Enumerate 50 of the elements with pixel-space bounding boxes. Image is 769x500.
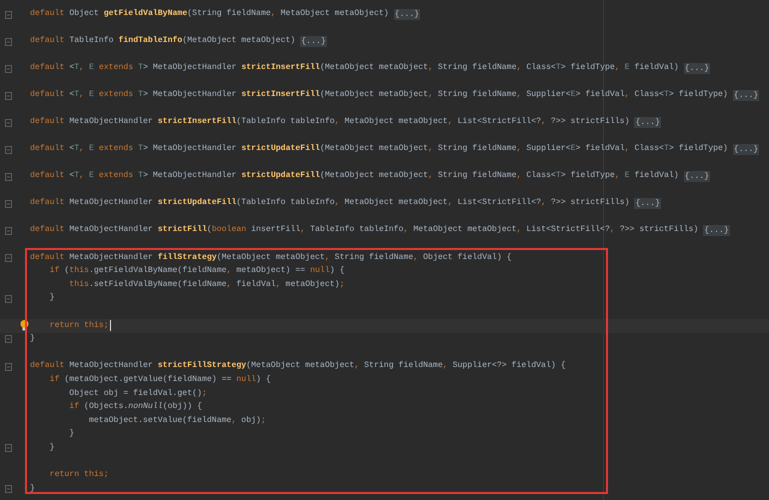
fold-icon[interactable] — [5, 294, 12, 303]
code-line: if (Objects.nonNull(obj)) { — [68, 401, 202, 414]
code-line: Object obj = fieldVal.get(); — [68, 388, 207, 400]
fold-icon[interactable] — [5, 64, 12, 72]
code-line: default MetaObjectHandler strictInsertFill(TableInfo tableInfo, MetaObject metaObject, List<StrictFill<?, ?>> strictFills) — [30, 116, 630, 128]
code-line: metaObject.setValue(fieldName, obj); — [88, 414, 266, 427]
fold-icon[interactable] — [5, 484, 12, 493]
folded-code[interactable]: {...} — [684, 63, 710, 74]
code-line: if (this.getFieldValByName(fieldName, metaObject) == null) { — [48, 265, 344, 278]
code-line: return this; — [48, 469, 109, 482]
folded-code[interactable]: {...} — [394, 9, 420, 20]
code-line: } — [68, 428, 74, 440]
code-line: default MetaObjectHandler strictFillStrategy(MetaObject metaObject, String fieldName, Supplier<?> fieldVal) { — [30, 360, 566, 372]
folded-code[interactable]: {...} — [732, 90, 760, 101]
fold-icon[interactable] — [5, 38, 12, 46]
fold-icon[interactable] — [5, 172, 12, 180]
folded-code[interactable]: {...} — [634, 117, 662, 128]
code-line: this.setFieldValByName(fieldName, fieldVal, metaObject); — [68, 278, 345, 291]
code-line: default <T, E extends T> MetaObjectHandler strictUpdateFill(MetaObject metaObject, String fieldName, Supplier<E> fieldVal, Class<T> fieldType) — [30, 143, 728, 156]
folded-code[interactable]: {...} — [684, 171, 710, 182]
code-line: default MetaObjectHandler fillStrategy(MetaObject metaObject, String fieldName, Object fieldVal) { — [30, 252, 512, 264]
code-line: default <T, E extends T> MetaObjectHandler strictUpdateFill(MetaObject metaObject, String fieldName, Class<T> fieldType, E fieldVal) — [30, 170, 679, 182]
folded-code[interactable]: {...} — [703, 225, 730, 236]
fold-icon[interactable] — [5, 200, 12, 208]
fold-icon[interactable] — [5, 118, 12, 126]
text-caret — [110, 320, 112, 332]
code-line: return this; — [48, 320, 109, 332]
fold-icon[interactable] — [5, 254, 12, 262]
fold-icon[interactable] — [5, 92, 12, 100]
fold-icon[interactable] — [5, 444, 12, 452]
fold-icon[interactable] — [5, 10, 12, 18]
code-line: } — [48, 442, 55, 454]
code-line: default Object getFieldValByName(String fieldName, MetaObject metaObject) — [30, 8, 389, 20]
lightbulb-icon[interactable] — [20, 320, 29, 332]
code-line: default TableInfo findTableInfo(MetaObject metaObject) — [30, 35, 296, 48]
fold-icon[interactable] — [5, 362, 12, 371]
fold-icon[interactable] — [5, 146, 12, 154]
code-line: if (metaObject.getValue(fieldName) == null) { — [48, 374, 271, 386]
code-line: } — [48, 292, 55, 304]
folded-code[interactable]: {...} — [732, 144, 760, 155]
fold-icon[interactable] — [5, 226, 12, 234]
code-line: } — [30, 333, 35, 346]
folded-code[interactable]: {...} — [634, 198, 662, 209]
code-line: default <T, E extends T> MetaObjectHandler strictInsertFill(MetaObject metaObject, String fieldName, Supplier<E> fieldVal, Class<T> fieldType) — [30, 89, 728, 102]
code-line: default MetaObjectHandler strictFill(boolean insertFill, TableInfo tableInfo, MetaObject metaObject, List<StrictFill<?, ?>> strictFills) — [30, 224, 698, 236]
fold-icon[interactable] — [5, 335, 12, 344]
code-line: } — [30, 482, 35, 495]
code-line: default MetaObjectHandler strictUpdateFill(TableInfo tableInfo, MetaObject metaObject, List<StrictFill<?, ?>> strictFills) — [30, 197, 630, 210]
code-line: default <T, E extends T> MetaObjectHandler strictInsertFill(MetaObject metaObject, String fieldName, Class<T> fieldType, E fieldVal) — [30, 62, 679, 74]
folded-code[interactable]: {...} — [300, 36, 327, 47]
